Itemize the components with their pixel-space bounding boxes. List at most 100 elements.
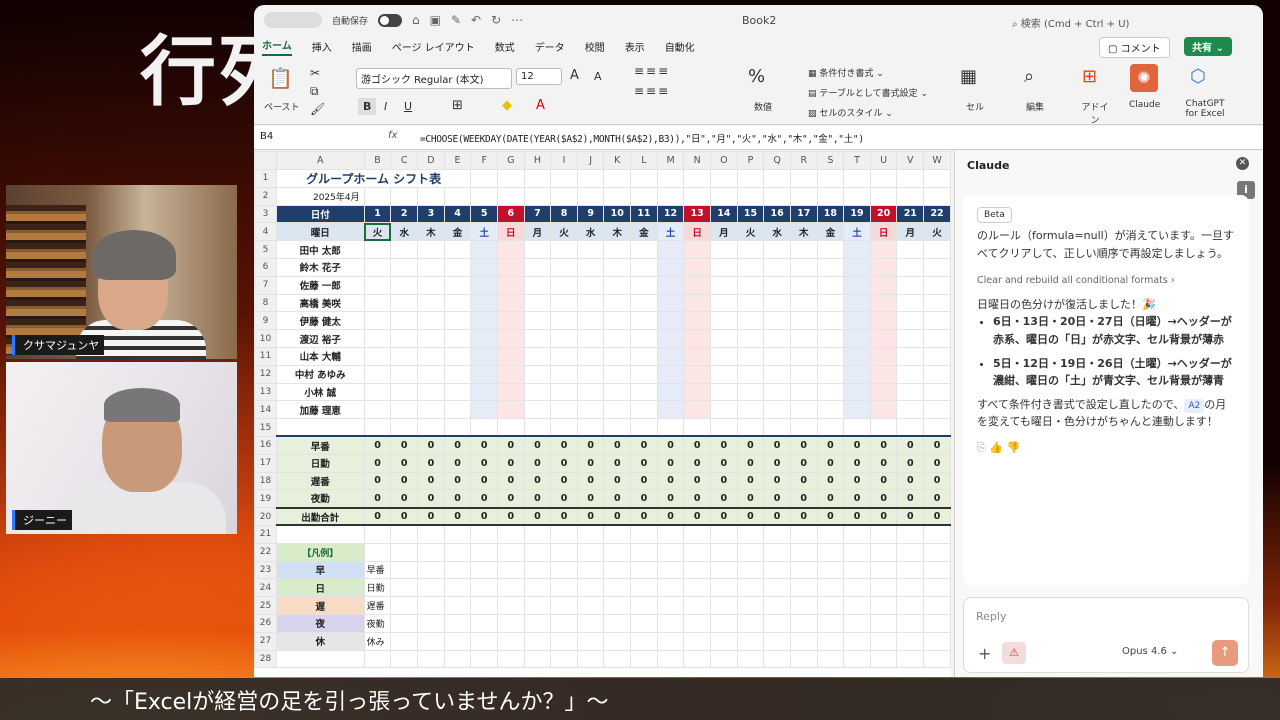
cell[interactable] [630,311,658,331]
cell[interactable] [417,524,445,544]
bold-icon[interactable]: B [358,98,377,115]
edit-icon[interactable]: ✎ [451,13,461,27]
cell[interactable] [576,186,605,206]
row-number[interactable]: 23 [254,560,277,580]
cell[interactable] [497,186,525,206]
cell[interactable] [550,346,578,366]
staff-name[interactable]: 伊藤 健太 [275,311,365,331]
weekday-cell[interactable]: 水 [763,222,791,242]
cell[interactable] [923,186,951,206]
cell[interactable] [390,275,419,295]
cell[interactable] [869,400,898,420]
column-header[interactable]: G [497,151,525,170]
total-value[interactable]: 0 [523,471,552,491]
cell[interactable] [843,649,871,669]
legend-label[interactable]: 夜勤 [363,613,392,633]
day-header[interactable]: 16 [763,204,791,224]
cell[interactable] [736,275,765,295]
total-value[interactable]: 0 [603,435,632,455]
staff-name[interactable]: 高橋 美咲 [275,293,365,313]
total-value[interactable]: 0 [816,453,845,473]
cell[interactable] [390,418,419,438]
cell[interactable] [710,418,738,438]
total-value[interactable]: 0 [363,489,392,509]
cell[interactable] [869,560,898,580]
row-number[interactable]: 1 [254,168,277,188]
cell[interactable] [523,346,552,366]
cell[interactable] [710,596,738,615]
cell[interactable] [816,649,845,669]
cell[interactable] [523,382,552,402]
cell[interactable] [417,346,445,366]
total-value[interactable]: 0 [630,471,658,491]
find-icon[interactable]: ⌕ [1024,66,1034,87]
cell[interactable] [630,542,658,562]
cell[interactable] [896,275,925,295]
total-value[interactable]: 0 [683,471,711,491]
cell[interactable] [576,578,605,598]
cell[interactable] [576,257,605,277]
grand-total-value[interactable]: 0 [763,506,791,527]
cell[interactable] [789,257,818,277]
redo-icon[interactable]: ↻ [491,13,501,27]
cell[interactable] [497,293,525,313]
cell[interactable] [497,542,525,562]
cell[interactable] [736,382,765,402]
row-number[interactable]: 7 [254,275,277,295]
cell[interactable] [816,613,845,633]
cell[interactable] [550,418,578,438]
day-header[interactable]: 12 [656,204,685,224]
menu-tab[interactable]: 描画 [352,39,372,54]
column-header[interactable]: C [390,151,419,170]
cell[interactable] [630,400,658,420]
cell[interactable] [470,578,498,598]
cell[interactable] [550,186,578,206]
day-header[interactable]: 7 [523,204,552,224]
cell[interactable] [923,293,951,313]
cell[interactable] [816,524,845,544]
cell[interactable] [443,364,472,384]
grand-total-value[interactable]: 0 [683,506,711,527]
total-value[interactable]: 0 [843,435,871,455]
cell[interactable] [869,542,898,562]
cell[interactable] [390,311,419,331]
total-value[interactable]: 0 [683,435,711,455]
cell[interactable] [497,364,525,384]
cell[interactable] [550,542,578,562]
total-label[interactable]: 日勤 [275,453,365,473]
model-select[interactable]: Opus 4.6 ⌄ [1122,646,1178,657]
cell[interactable] [497,560,525,580]
cell[interactable] [763,311,791,331]
row-number[interactable]: 8 [254,293,277,313]
cell[interactable] [869,240,898,259]
total-value[interactable]: 0 [470,489,498,509]
cell[interactable] [869,418,898,438]
cell[interactable] [736,631,765,651]
align-icons-2[interactable]: ≡≡≡ [634,84,670,98]
cell[interactable] [576,631,605,651]
cell[interactable] [843,400,871,420]
cell[interactable] [550,329,578,348]
cell[interactable] [843,240,871,259]
cell[interactable] [443,418,472,438]
cell[interactable] [843,275,871,295]
cell[interactable] [923,596,951,615]
cell[interactable] [843,257,871,277]
cell[interactable] [443,346,472,366]
total-value[interactable]: 0 [470,453,498,473]
cell[interactable] [683,275,711,295]
staff-name[interactable]: 中村 あゆみ [275,364,365,384]
addin-icon[interactable]: ⊞ [1082,66,1097,87]
cell[interactable] [603,293,632,313]
cell[interactable] [736,186,765,206]
cell[interactable] [603,418,632,438]
cell[interactable] [763,382,791,402]
cell[interactable] [710,649,738,669]
cell[interactable] [390,578,419,598]
cell[interactable] [869,186,898,206]
cell[interactable] [390,382,419,402]
cell[interactable] [710,400,738,420]
cell[interactable] [656,293,685,313]
cell[interactable] [523,596,552,615]
total-value[interactable]: 0 [550,471,578,491]
